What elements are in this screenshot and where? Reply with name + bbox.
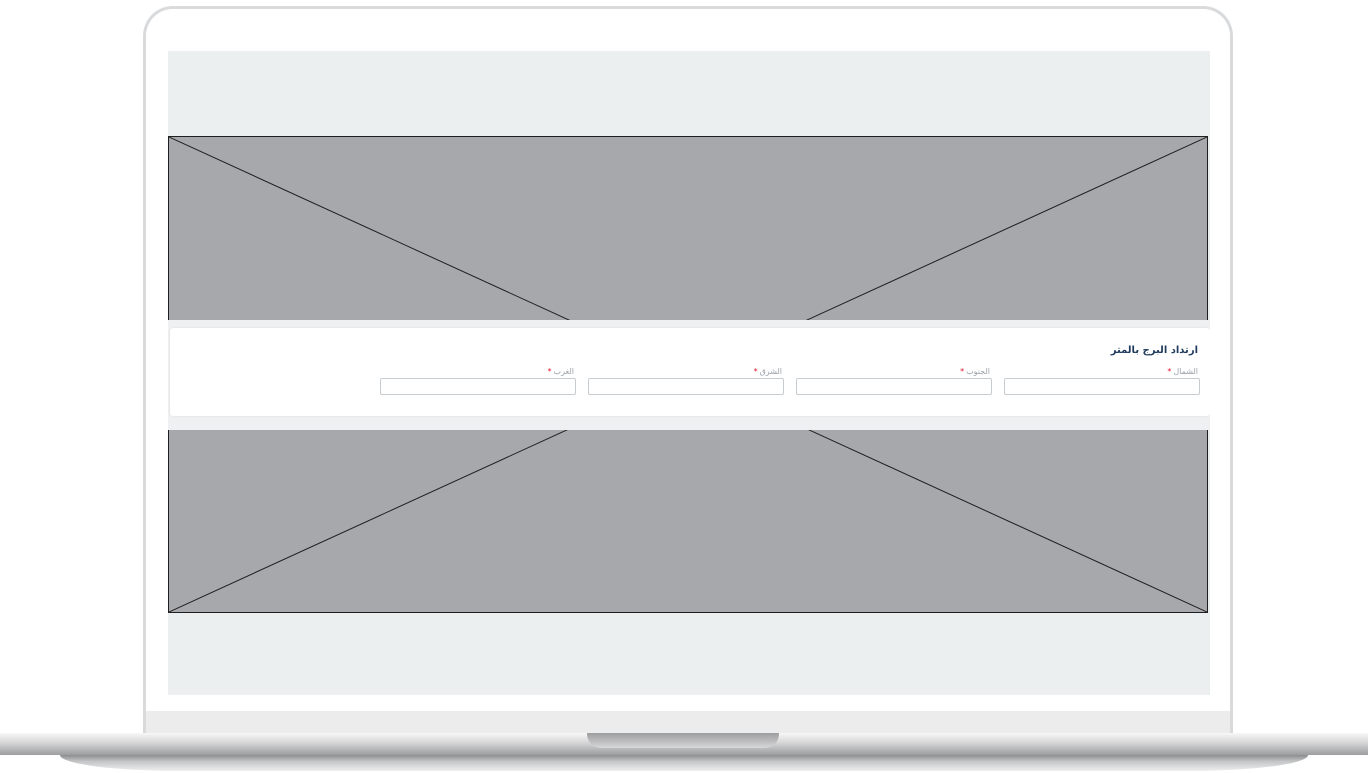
field-label-north: الشمال* <box>1004 365 1200 378</box>
required-marker: * <box>547 367 552 376</box>
required-marker: * <box>1167 367 1172 376</box>
setback-form-card: ارتداد البرج بالمتر الشمال* الجنوب* الشر… <box>170 328 1210 416</box>
field-north: الشمال* <box>1004 365 1200 395</box>
required-marker: * <box>960 367 965 376</box>
field-label-text: الشرق <box>759 367 782 376</box>
laptop-mockup: ارتداد البرج بالمتر الشمال* الجنوب* الشر… <box>0 0 1368 773</box>
field-west: الغرب* <box>380 365 576 395</box>
east-input[interactable] <box>588 378 784 395</box>
field-label-west: الغرب* <box>380 365 576 378</box>
field-label-south: الجنوب* <box>796 365 992 378</box>
south-input[interactable] <box>796 378 992 395</box>
field-south: الجنوب* <box>796 365 992 395</box>
required-marker: * <box>753 367 758 376</box>
setback-fields: الشمال* الجنوب* الشرق* الغرب* <box>380 365 1200 395</box>
field-label-east: الشرق* <box>588 365 784 378</box>
form-band: ارتداد البرج بالمتر الشمال* الجنوب* الشر… <box>168 320 1210 430</box>
field-label-text: الغرب <box>553 367 574 376</box>
north-input[interactable] <box>1004 378 1200 395</box>
field-label-text: الجنوب <box>966 367 990 376</box>
laptop-base-lip <box>60 755 1308 771</box>
laptop-opening-notch <box>587 733 779 748</box>
laptop-lid-bezel <box>146 711 1230 733</box>
west-input[interactable] <box>380 378 576 395</box>
laptop-screen: ارتداد البرج بالمتر الشمال* الجنوب* الشر… <box>168 51 1210 695</box>
field-label-text: الشمال <box>1173 367 1198 376</box>
field-east: الشرق* <box>588 365 784 395</box>
form-title: ارتداد البرج بالمتر <box>1110 345 1198 356</box>
